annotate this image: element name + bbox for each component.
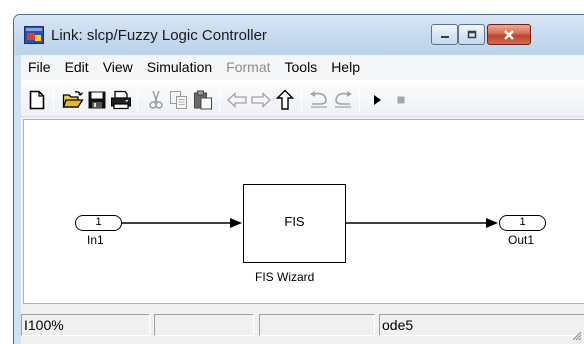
maximize-icon xyxy=(467,30,476,38)
window-title: Link: slcp/Fuzzy Logic Controller xyxy=(51,27,267,44)
stop-icon xyxy=(397,96,405,104)
status-segment-2 xyxy=(154,314,254,336)
back-button[interactable] xyxy=(226,89,248,111)
new-button[interactable] xyxy=(26,89,48,111)
print-button[interactable] xyxy=(110,89,132,111)
cut-button[interactable] xyxy=(145,89,167,111)
minimize-icon xyxy=(440,35,449,38)
maximize-button[interactable] xyxy=(458,24,485,45)
model-window: Link: slcp/Fuzzy Logic Controller File E… xyxy=(13,14,584,344)
menu-view[interactable]: View xyxy=(96,55,140,80)
open-button[interactable] xyxy=(62,89,84,111)
menu-bar: File Edit View Simulation Format Tools H… xyxy=(21,55,584,80)
menu-simulation[interactable]: Simulation xyxy=(140,55,219,80)
outport-block[interactable]: 1 xyxy=(499,215,546,231)
menu-help[interactable]: Help xyxy=(324,55,367,80)
save-button[interactable] xyxy=(86,89,108,111)
stop-button[interactable] xyxy=(390,89,412,111)
print-icon xyxy=(111,90,131,110)
zoom-level: 100% xyxy=(27,317,64,333)
status-solver: ode5 xyxy=(379,314,584,336)
run-button[interactable] xyxy=(366,89,388,111)
status-zoom: I100% xyxy=(21,314,150,336)
undo-button[interactable] xyxy=(308,89,330,111)
menu-format[interactable]: Format xyxy=(219,55,277,80)
save-icon xyxy=(88,91,106,109)
copy-button[interactable] xyxy=(168,89,190,111)
menu-edit[interactable]: Edit xyxy=(58,55,96,80)
inport-block[interactable]: 1 xyxy=(75,215,122,231)
up-icon xyxy=(275,89,295,110)
fis-wizard-block[interactable]: FIS xyxy=(243,184,346,263)
open-icon xyxy=(62,91,84,108)
play-icon xyxy=(374,95,381,105)
close-button[interactable] xyxy=(487,24,531,45)
status-segment-3 xyxy=(259,314,375,336)
copy-icon xyxy=(170,91,187,109)
cut-icon xyxy=(149,90,163,109)
new-icon xyxy=(29,90,45,110)
outport-label: Out1 xyxy=(508,233,535,247)
redo-icon xyxy=(335,91,352,108)
forward-icon xyxy=(251,92,271,108)
forward-button[interactable] xyxy=(250,89,272,111)
fis-block-name: FIS Wizard xyxy=(255,270,315,284)
status-bar: I100% ode5 xyxy=(21,305,584,344)
toolbar xyxy=(21,80,584,117)
menu-file[interactable]: File xyxy=(21,55,58,80)
menu-tools[interactable]: Tools xyxy=(278,55,325,80)
up-button[interactable] xyxy=(274,89,296,111)
paste-icon xyxy=(194,90,212,110)
minimize-button[interactable] xyxy=(431,24,458,45)
redo-button[interactable] xyxy=(332,89,354,111)
resize-grip-icon[interactable] xyxy=(570,329,582,341)
window-client: File Edit View Simulation Format Tools H… xyxy=(21,55,584,344)
inport-label: In1 xyxy=(87,233,104,247)
paste-button[interactable] xyxy=(192,89,214,111)
close-icon xyxy=(504,29,514,40)
fis-block-text: FIS xyxy=(284,214,305,229)
simulink-model-icon xyxy=(24,26,44,44)
undo-icon xyxy=(310,91,327,108)
model-canvas[interactable]: 1 In1 FIS FIS Wizard 1 Out1 xyxy=(23,119,584,304)
title-bar[interactable]: Link: slcp/Fuzzy Logic Controller xyxy=(14,15,584,55)
back-icon xyxy=(227,92,247,108)
